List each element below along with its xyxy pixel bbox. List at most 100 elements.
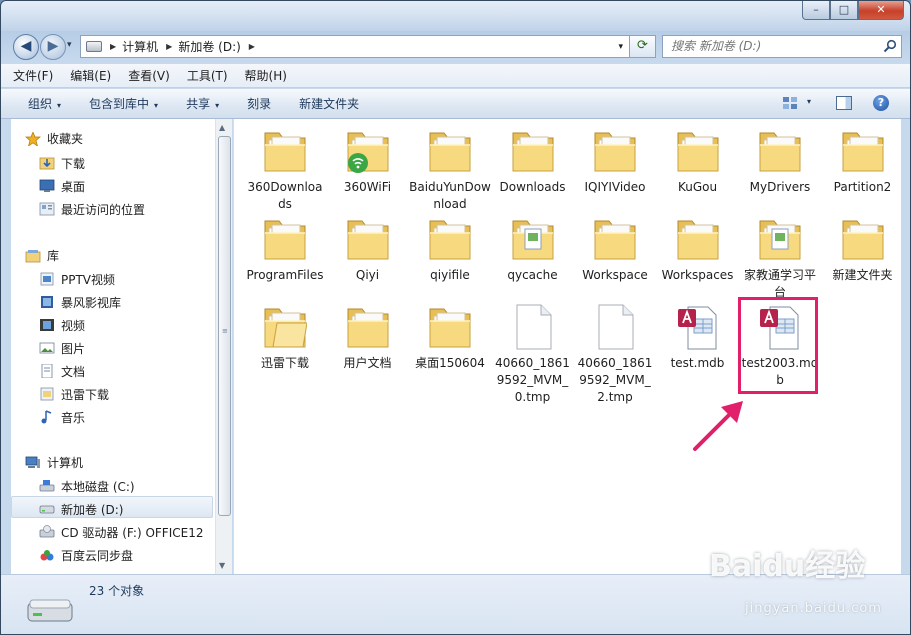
item-count: 23 个对象 [89, 584, 145, 598]
navigation-scrollbar[interactable]: ▲ ≡ ▼ [215, 119, 232, 574]
file-item[interactable]: BaiduYunDownload [409, 119, 491, 213]
file-list[interactable]: 360Downloads 360WiFi BaiduYunDownload Do… [233, 119, 901, 574]
scroll-down-icon[interactable]: ▼ [219, 561, 225, 570]
title-bar[interactable] [1, 1, 910, 31]
breadcrumb-separator-icon[interactable]: ▶ [110, 42, 116, 51]
breadcrumb-drive-d[interactable]: 新加卷 (D:) [178, 38, 240, 55]
folder-icon [263, 303, 308, 351]
file-item[interactable]: test.mdb [657, 295, 739, 372]
scroll-up-icon[interactable]: ▲ [219, 123, 225, 132]
file-name: qiyifile [430, 268, 470, 282]
nav-item-music[interactable]: 音乐 [39, 407, 85, 427]
nav-item-cd-drive[interactable]: CD 驱动器 (F:) OFFICE12 [39, 522, 203, 542]
file-item[interactable]: Downloads [492, 119, 574, 196]
file-item[interactable]: Partition2 [822, 119, 904, 196]
navigation-pane: 收藏夹 下载 桌面 最近访问的位置 库 PPTV视频 暴风影视库 视频 图片 文… [11, 119, 215, 574]
file-item[interactable]: 桌面150604 [409, 295, 491, 372]
menu-view[interactable]: 查看(V) [128, 67, 170, 84]
file-item[interactable]: 360WiFi [327, 119, 409, 196]
file-item[interactable]: Workspace [574, 207, 656, 284]
share-button[interactable]: 共享 ▾ [186, 95, 219, 112]
file-item[interactable]: test2003.mdb [739, 295, 821, 389]
nav-computer[interactable]: 计算机 [25, 454, 83, 471]
scroll-thumb[interactable]: ≡ [218, 136, 231, 516]
file-name: qycache [507, 268, 558, 282]
nav-item-baidu-cloud[interactable]: 百度云同步盘 [39, 545, 133, 565]
file-item[interactable]: 迅雷下载 [244, 295, 326, 372]
file-item[interactable]: KuGou [657, 119, 739, 196]
address-bar[interactable]: ▶ 计算机 ▶ 新加卷 (D:) ▶ ▾ [80, 35, 630, 58]
menu-bar: 文件(F) 编辑(E) 查看(V) 工具(T) 帮助(H) [1, 64, 910, 88]
file-item[interactable]: 新建文件夹 [822, 207, 904, 284]
new-folder-button[interactable]: 新建文件夹 [299, 95, 359, 112]
minimize-button[interactable]: – [802, 1, 830, 20]
preview-pane-icon[interactable] [836, 96, 852, 110]
file-item[interactable]: Qiyi [327, 207, 409, 284]
refresh-button[interactable]: ⟳ [629, 35, 656, 58]
nav-favorites[interactable]: 收藏夹 [25, 130, 83, 147]
search-box[interactable] [662, 35, 902, 58]
nav-item-downloads[interactable]: 下载 [39, 153, 85, 173]
file-item[interactable]: qycache [492, 207, 574, 284]
menu-help[interactable]: 帮助(H) [245, 67, 287, 84]
breadcrumb-separator-icon[interactable]: ▶ [166, 42, 172, 51]
file-item[interactable]: MyDrivers [739, 119, 821, 196]
nav-item-drive-c[interactable]: 本地磁盘 (C:) [39, 476, 135, 496]
nav-item-documents[interactable]: 文档 [39, 361, 85, 381]
file-item[interactable]: 用户文档 [327, 295, 409, 372]
menu-tools[interactable]: 工具(T) [187, 67, 228, 84]
folder-icon [428, 303, 472, 351]
help-icon[interactable]: ? [873, 95, 889, 111]
forward-button[interactable]: ▶ [40, 34, 66, 60]
view-options-dropdown-icon[interactable]: ▾ [807, 97, 811, 106]
nav-item-pptv[interactable]: PPTV视频 [39, 269, 115, 289]
nav-item-label: 图片 [61, 341, 86, 356]
folder-icon [428, 215, 472, 263]
folder-icon [263, 127, 307, 175]
recent-pages-dropdown[interactable]: ▾ [67, 40, 72, 50]
file-item[interactable]: 40660_18619592_MVM_2.tmp [574, 295, 656, 406]
menu-edit[interactable]: 编辑(E) [70, 67, 111, 84]
nav-item-recent-places[interactable]: 最近访问的位置 [39, 199, 145, 219]
nav-item-pictures[interactable]: 图片 [39, 338, 85, 358]
nav-item-videos[interactable]: 视频 [39, 315, 85, 335]
file-item[interactable]: IQIYIVideo [574, 119, 656, 196]
nav-item-baofeng[interactable]: 暴风影视库 [39, 292, 121, 312]
menu-file[interactable]: 文件(F) [13, 67, 53, 84]
back-arrow-icon: ◀ [20, 38, 32, 54]
nav-libraries[interactable]: 库 [25, 247, 59, 264]
organize-label: 组织 [28, 97, 53, 111]
nav-item-desktop[interactable]: 桌面 [39, 176, 85, 196]
file-name: 用户文档 [343, 356, 392, 370]
file-name: test2003.mdb [741, 356, 819, 387]
search-input[interactable] [663, 36, 871, 55]
nav-item-drive-d[interactable]: 新加卷 (D:) [39, 499, 123, 519]
library-icon [25, 249, 41, 262]
file-name: 迅雷下载 [260, 356, 309, 370]
file-item[interactable]: Workspaces [657, 207, 739, 284]
file-name: 40660_18619592_MVM_2.tmp [577, 356, 653, 404]
back-button[interactable]: ◀ [13, 34, 39, 60]
breadcrumb-separator-icon[interactable]: ▶ [249, 42, 255, 51]
include-in-library-button[interactable]: 包含到库中 ▾ [89, 95, 158, 112]
nav-item-label: PPTV视频 [61, 272, 116, 287]
organize-button[interactable]: 组织 ▾ [28, 95, 61, 112]
file-item[interactable]: 40660_18619592_MVM_0.tmp [492, 295, 574, 406]
maximize-button[interactable]: □ [830, 1, 858, 20]
file-item[interactable]: 360Downloads [244, 119, 326, 213]
refresh-icon: ⟳ [637, 38, 648, 53]
file-name: 桌面150604 [415, 356, 485, 370]
close-button[interactable]: ✕ [858, 1, 904, 20]
file-item[interactable]: ProgramFiles [244, 207, 326, 284]
folder-icon [346, 215, 390, 263]
burn-button[interactable]: 刻录 [247, 95, 271, 112]
file-item[interactable]: 家教通学习平台 [739, 207, 821, 301]
cloud-sync-icon [40, 550, 54, 561]
folder-icon [676, 215, 720, 263]
search-icon[interactable] [883, 39, 897, 53]
file-item[interactable]: qiyifile [409, 207, 491, 284]
address-dropdown-icon[interactable]: ▾ [618, 42, 623, 52]
breadcrumb-computer[interactable]: 计算机 [122, 38, 158, 55]
nav-item-thunder-downloads[interactable]: 迅雷下载 [39, 384, 109, 404]
change-view-icon[interactable] [782, 96, 798, 110]
